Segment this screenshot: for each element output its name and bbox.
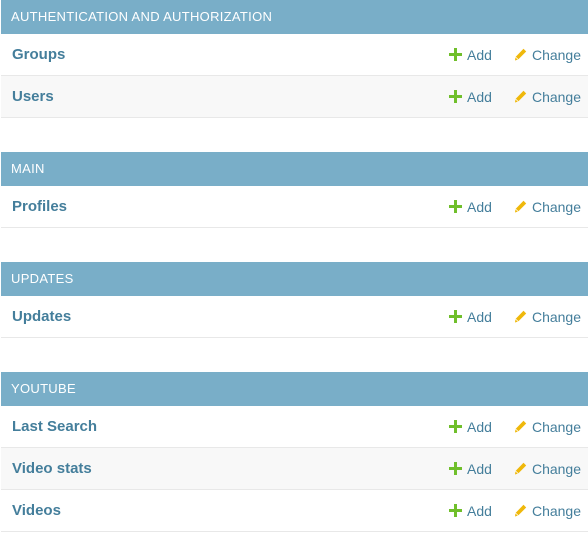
model-row: Profiles Add Change: [1, 186, 588, 228]
pencil-icon: [514, 420, 527, 433]
change-button[interactable]: Change: [514, 461, 581, 477]
add-button[interactable]: Add: [449, 503, 492, 519]
pencil-icon: [514, 200, 527, 213]
app-module: Authentication and Authorization Groups Ad…: [0, 0, 588, 118]
plus-icon: [449, 420, 463, 433]
change-label: Change: [531, 88, 581, 105]
module-caption[interactable]: Youtube: [1, 372, 588, 406]
add-label: Add: [467, 198, 492, 215]
model-row: Users Add Change: [1, 76, 588, 118]
plus-icon: [449, 504, 463, 517]
add-button[interactable]: Add: [449, 309, 492, 325]
change-label: Change: [531, 460, 581, 477]
model-row: Groups Add Change: [1, 34, 588, 76]
add-label: Add: [467, 308, 492, 325]
change-button[interactable]: Change: [514, 503, 581, 519]
pencil-icon: [514, 90, 527, 103]
add-label: Add: [467, 88, 492, 105]
app-module: Main Profiles Add Change: [0, 152, 588, 228]
pencil-icon: [514, 504, 527, 517]
plus-icon: [449, 310, 463, 323]
model-link[interactable]: Profiles: [1, 198, 449, 215]
model-link[interactable]: Video stats: [1, 460, 449, 477]
add-button[interactable]: Add: [449, 89, 492, 105]
add-label: Add: [467, 46, 492, 63]
change-label: Change: [531, 418, 581, 435]
plus-icon: [449, 48, 463, 61]
change-label: Change: [531, 198, 581, 215]
change-label: Change: [531, 502, 581, 519]
model-link[interactable]: Updates: [1, 308, 449, 325]
model-link[interactable]: Users: [1, 88, 449, 105]
plus-icon: [449, 462, 463, 475]
app-list: Authentication and Authorization Groups Ad…: [0, 0, 588, 532]
model-row: Last Search Add Change: [1, 406, 588, 448]
plus-icon: [449, 200, 463, 213]
pencil-icon: [514, 48, 527, 61]
add-label: Add: [467, 418, 492, 435]
module-caption[interactable]: Authentication and Authorization: [1, 0, 588, 34]
add-label: Add: [467, 460, 492, 477]
add-button[interactable]: Add: [449, 419, 492, 435]
model-row: Video stats Add Change: [1, 448, 588, 490]
model-row: Updates Add Change: [1, 296, 588, 338]
app-module: Youtube Last Search Add Change Video stats Ad…: [0, 372, 588, 532]
add-button[interactable]: Add: [449, 47, 492, 63]
module-caption[interactable]: Updates: [1, 262, 588, 296]
add-button[interactable]: Add: [449, 461, 492, 477]
model-link[interactable]: Last Search: [1, 418, 449, 435]
app-module: Updates Updates Add Change: [0, 262, 588, 338]
add-label: Add: [467, 502, 492, 519]
module-caption[interactable]: Main: [1, 152, 588, 186]
change-label: Change: [531, 308, 581, 325]
change-button[interactable]: Change: [514, 47, 581, 63]
change-button[interactable]: Change: [514, 89, 581, 105]
pencil-icon: [514, 310, 527, 323]
change-label: Change: [531, 46, 581, 63]
model-link[interactable]: Videos: [1, 502, 449, 519]
change-button[interactable]: Change: [514, 419, 581, 435]
change-button[interactable]: Change: [514, 199, 581, 215]
add-button[interactable]: Add: [449, 199, 492, 215]
change-button[interactable]: Change: [514, 309, 581, 325]
pencil-icon: [514, 462, 527, 475]
plus-icon: [449, 90, 463, 103]
model-row: Videos Add Change: [1, 490, 588, 532]
model-link[interactable]: Groups: [1, 46, 449, 63]
